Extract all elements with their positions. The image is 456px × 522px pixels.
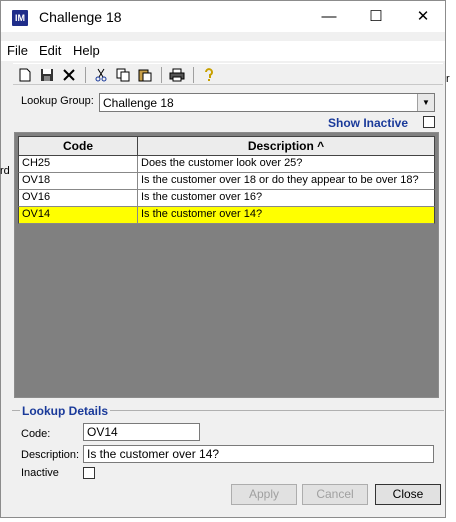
background-window-edge: rd <box>0 165 10 177</box>
show-inactive-checkbox[interactable] <box>423 116 435 128</box>
code-field[interactable]: OV14 <box>83 423 200 441</box>
lookup-grid: Code Description ^ CH25 Does the custome… <box>14 132 439 398</box>
column-divider <box>137 173 138 189</box>
row-description: Is the customer over 18 or do they appea… <box>141 174 419 186</box>
column-divider <box>137 190 138 206</box>
cancel-button[interactable]: Cancel <box>302 484 368 505</box>
app-logo-icon: IM <box>12 10 28 26</box>
inactive-checkbox[interactable] <box>83 467 95 479</box>
table-row[interactable]: OV18 Is the customer over 18 or do they … <box>18 173 435 190</box>
toolbar-separator <box>161 67 162 83</box>
column-divider <box>137 207 138 223</box>
new-icon[interactable] <box>15 65 35 85</box>
window-title: Challenge 18 <box>39 9 122 25</box>
grid-header: Code Description ^ <box>18 136 435 156</box>
table-row[interactable]: OV16 Is the customer over 16? <box>18 190 435 207</box>
delete-icon[interactable] <box>59 65 79 85</box>
description-label: Description: <box>21 449 80 461</box>
column-header-description[interactable]: Description ^ <box>138 137 434 155</box>
row-code: OV16 <box>22 191 51 203</box>
menu-bar: File Edit Help <box>1 41 445 61</box>
table-row-selected[interactable]: OV14 Is the customer over 14? <box>18 207 435 224</box>
print-icon[interactable] <box>167 65 187 85</box>
close-window-button[interactable]: ✕ <box>400 1 446 32</box>
minimize-button[interactable]: — <box>306 1 352 32</box>
column-header-code[interactable]: Code <box>19 137 137 155</box>
toolbar <box>13 63 443 85</box>
menu-edit[interactable]: Edit <box>39 43 61 58</box>
row-code: CH25 <box>22 157 51 169</box>
row-code: OV18 <box>22 174 51 186</box>
show-inactive-label: Show Inactive <box>328 116 409 130</box>
toolbar-separator <box>85 67 86 83</box>
row-code: OV14 <box>22 208 51 220</box>
inactive-label: Inactive <box>21 467 59 479</box>
lookup-details-legend: Lookup Details <box>20 404 111 418</box>
lookup-group-select[interactable]: Challenge 18 ▼ <box>99 93 435 112</box>
table-row[interactable]: CH25 Does the customer look over 25? <box>18 156 435 173</box>
column-divider <box>137 156 138 172</box>
save-icon[interactable] <box>37 65 57 85</box>
menu-file[interactable]: File <box>7 43 28 58</box>
copy-icon[interactable] <box>113 65 133 85</box>
title-bar: IM Challenge 18 — ☐ ✕ <box>1 1 445 32</box>
help-icon[interactable] <box>199 65 219 85</box>
paste-icon[interactable] <box>135 65 155 85</box>
menu-help[interactable]: Help <box>73 43 100 58</box>
apply-button[interactable]: Apply <box>231 484 297 505</box>
row-description: Is the customer over 14? <box>141 208 263 220</box>
close-button[interactable]: Close <box>375 484 441 505</box>
row-description: Is the customer over 16? <box>141 191 263 203</box>
code-label: Code: <box>21 428 51 440</box>
cut-icon[interactable] <box>91 65 111 85</box>
lookup-group-value: Challenge 18 <box>103 96 174 110</box>
background-window-edge: r <box>446 73 450 85</box>
chevron-down-icon[interactable]: ▼ <box>417 94 434 111</box>
maximize-button[interactable]: ☐ <box>353 1 399 32</box>
row-description: Does the customer look over 25? <box>141 157 303 169</box>
description-field[interactable]: Is the customer over 14? <box>83 445 434 463</box>
toolbar-separator <box>193 67 194 83</box>
lookup-group-label: Lookup Group: <box>21 95 94 107</box>
